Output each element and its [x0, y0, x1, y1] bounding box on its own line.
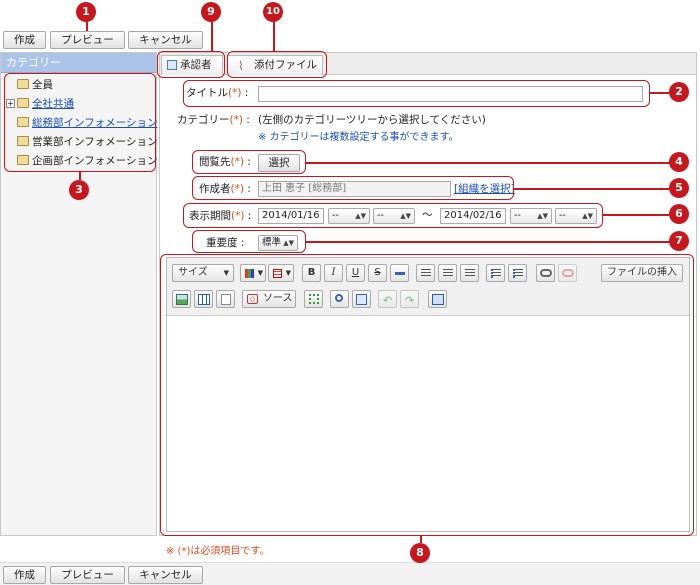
connector-2 [650, 92, 670, 94]
cancel-button-bottom[interactable]: キャンセル [128, 566, 203, 584]
annotation-badge-8: 8 [410, 543, 430, 563]
preview-button-bottom[interactable]: プレビュー [50, 566, 125, 584]
sidebar-header: カテゴリー [1, 53, 156, 73]
category-note: ※ カテゴリーは複数設定する事ができます。 [258, 132, 459, 143]
connector-4 [306, 162, 670, 164]
connector-3 [79, 172, 81, 180]
annotation-badge-9: 9 [201, 2, 221, 22]
annotation-badge-7: 7 [669, 231, 689, 251]
annotation-badge-4: 4 [669, 152, 689, 172]
annotation-badge-1: 1 [76, 2, 96, 22]
category-instruction: (左側のカテゴリーツリーから選択してください) [258, 114, 486, 126]
annotation-frame-author [192, 176, 514, 200]
annotation-badge-6: 6 [669, 204, 689, 224]
annotation-frame-importance [192, 230, 306, 253]
annotation-frame-title [183, 80, 650, 107]
annotation-badge-3: 3 [69, 180, 89, 200]
connector-9 [211, 20, 213, 51]
category-label: カテゴリー(*) : [177, 114, 250, 126]
preview-button[interactable]: プレビュー [50, 31, 125, 49]
connector-6 [603, 214, 670, 216]
annotation-frame-sidebar [4, 73, 156, 172]
cancel-button[interactable]: キャンセル [128, 31, 203, 49]
annotation-frame-period [183, 203, 603, 228]
connector-8 [420, 536, 422, 543]
create-button-bottom[interactable]: 作成 [3, 566, 46, 584]
annotation-badge-2: 2 [669, 82, 689, 102]
annotation-frame-editor [160, 254, 694, 536]
connector-5 [514, 188, 670, 190]
connector-10 [273, 20, 275, 51]
annotation-badge-10: 10 [263, 2, 283, 22]
top-toolbar: 作成 プレビュー キャンセル [0, 0, 700, 50]
create-button[interactable]: 作成 [3, 31, 46, 49]
annotation-frame-tab-attachment [227, 51, 327, 78]
annotation-frame-tab-approver [157, 51, 225, 78]
annotation-frame-viewer [192, 150, 306, 174]
annotation-badge-5: 5 [669, 178, 689, 198]
sidebar-header-label: カテゴリー [6, 56, 61, 69]
connector-7 [306, 241, 670, 243]
bottom-toolbar: 作成 プレビュー キャンセル [0, 562, 700, 585]
required-note: ※ (*)は必須項目です。 [166, 546, 270, 557]
